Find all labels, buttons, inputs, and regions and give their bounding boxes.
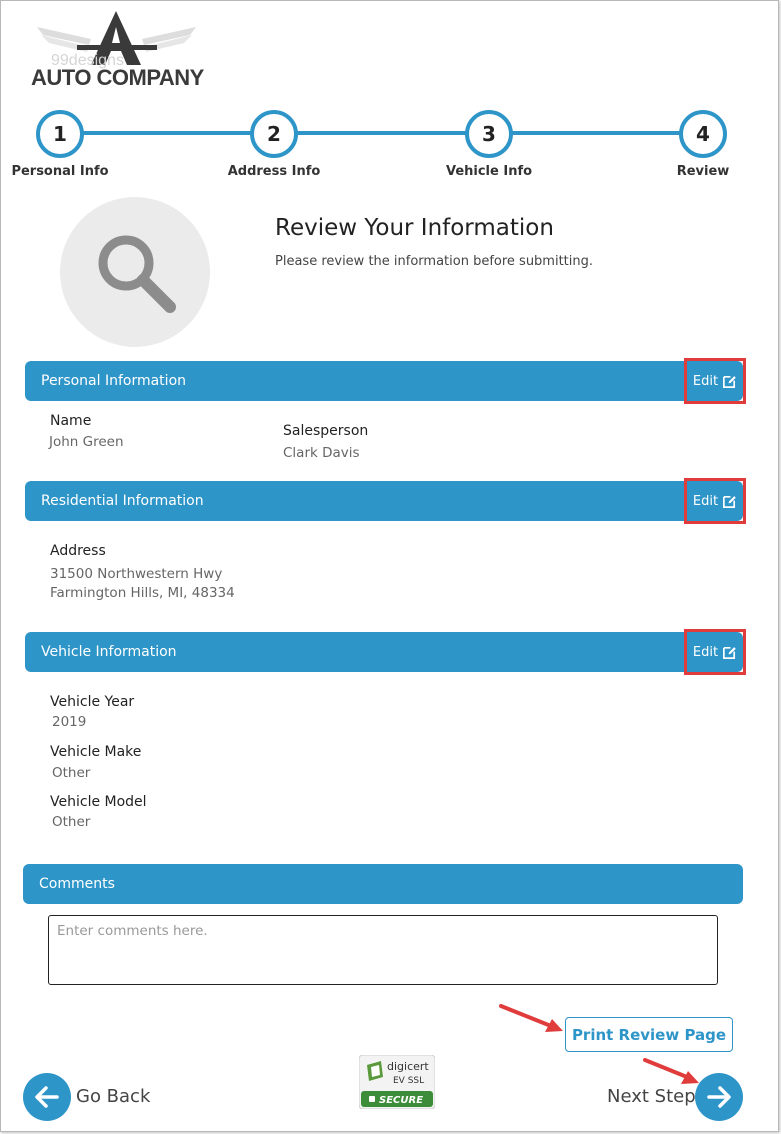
print-review-button[interactable]: Print Review Page: [565, 1017, 733, 1052]
vehicle-model-value: Other: [52, 814, 91, 830]
edit-icon: [723, 495, 736, 508]
vehicle-make-label: Vehicle Make: [50, 744, 142, 760]
vehicle-model-label: Vehicle Model: [50, 794, 147, 810]
address-line1: 31500 Northwestern Hwy: [50, 566, 223, 582]
svg-text:EV SSL: EV SSL: [393, 1076, 424, 1086]
address-line2: Farmington Hills, MI, 48334: [50, 585, 235, 601]
vehicle-info-title: Vehicle Information: [41, 644, 177, 660]
go-back-button[interactable]: [23, 1073, 71, 1121]
step-2-circle[interactable]: 2: [250, 110, 298, 158]
go-back-label[interactable]: Go Back: [76, 1086, 150, 1107]
salesperson-value: Clark Davis: [283, 445, 360, 461]
review-search-icon: [60, 197, 210, 347]
digicert-ssl-badge: digicert EV SSL SECURE: [358, 1054, 436, 1110]
edit-vehicle-button[interactable]: Edit: [684, 629, 746, 675]
step-1-label: Personal Info: [11, 164, 109, 179]
edit-residential-button[interactable]: Edit: [684, 478, 746, 524]
residential-info-title: Residential Information: [41, 493, 204, 509]
edit-icon: [723, 375, 736, 388]
comments-input[interactable]: [48, 915, 718, 985]
residential-info-header: Residential Information Edit: [25, 478, 746, 524]
edit-personal-label: Edit: [692, 373, 719, 389]
edit-residential-label: Edit: [692, 493, 719, 509]
comments-title: Comments: [39, 876, 115, 892]
vehicle-make-value: Other: [52, 765, 91, 781]
vehicle-year-label: Vehicle Year: [50, 694, 135, 710]
stepper-line: [61, 131, 705, 135]
address-label: Address: [50, 543, 106, 559]
vehicle-info-header: Vehicle Information Edit: [25, 629, 746, 675]
svg-text:digicert: digicert: [387, 1060, 429, 1073]
step-3-circle[interactable]: 3: [465, 110, 513, 158]
page-frame: 99designs AUTO COMPANY 1 Personal Info 2…: [0, 0, 779, 1132]
arrow-left-icon: [35, 1086, 59, 1108]
step-2-label: Address Info: [227, 164, 321, 179]
edit-icon: [723, 646, 736, 659]
step-1-circle[interactable]: 1: [36, 110, 84, 158]
salesperson-label: Salesperson: [283, 423, 369, 439]
company-logo: 99designs AUTO COMPANY: [29, 9, 204, 93]
step-3-label: Vehicle Info: [445, 164, 533, 179]
personal-info-title: Personal Information: [41, 373, 187, 389]
svg-text:SECURE: SECURE: [379, 1095, 423, 1106]
winged-a-logo-icon: 99designs: [37, 11, 196, 69]
company-name: AUTO COMPANY: [31, 65, 204, 90]
step-4-label: Review: [676, 164, 730, 179]
page-subtitle: Please review the information before sub…: [275, 254, 594, 269]
edit-vehicle-label: Edit: [692, 644, 719, 660]
comments-header: Comments: [23, 864, 743, 904]
next-step-button[interactable]: [695, 1073, 743, 1121]
vehicle-year-value: 2019: [52, 714, 87, 730]
personal-info-header: Personal Information Edit: [25, 358, 746, 404]
page-title: Review Your Information: [275, 215, 554, 241]
edit-personal-button[interactable]: Edit: [684, 358, 746, 404]
annotation-arrow-icon: [499, 1004, 563, 1032]
next-step-label[interactable]: Next Step: [607, 1086, 696, 1107]
name-value: John Green: [49, 434, 124, 450]
arrow-right-icon: [707, 1086, 731, 1108]
name-label: Name: [50, 413, 92, 429]
step-4-circle[interactable]: 4: [679, 110, 727, 158]
